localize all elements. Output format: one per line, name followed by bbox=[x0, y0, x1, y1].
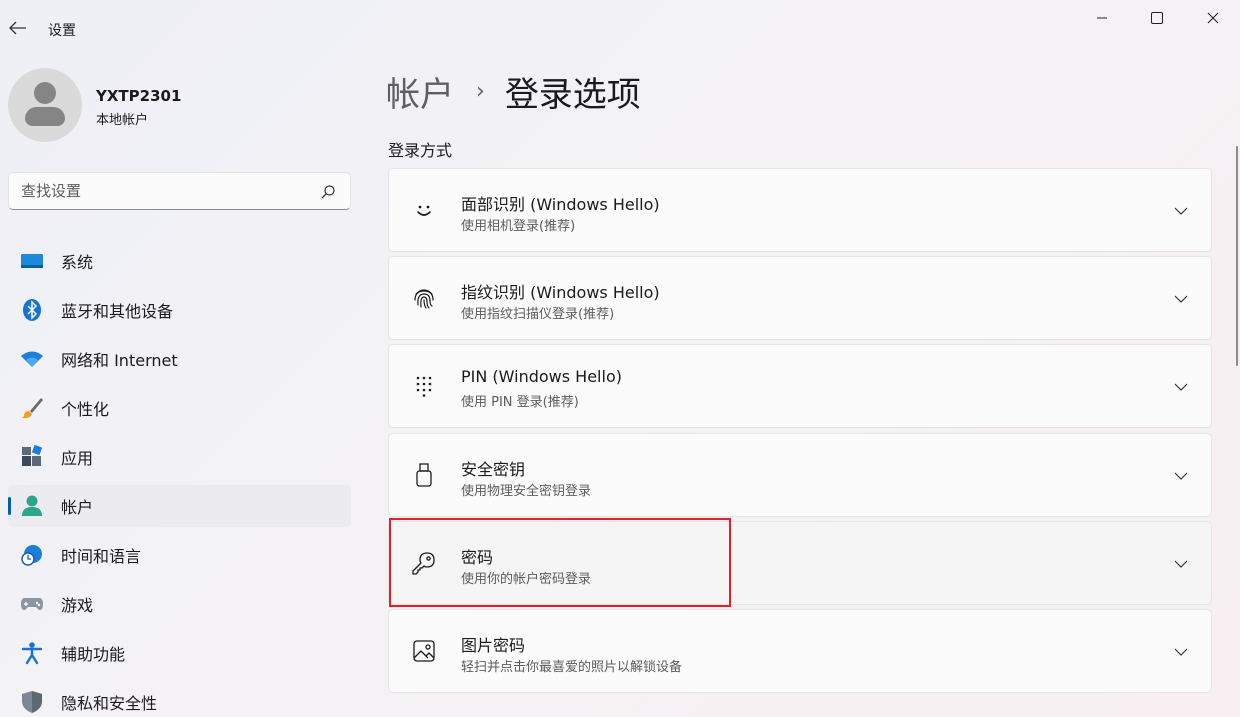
card-subtitle: 使用物理安全密钥登录 bbox=[461, 484, 592, 499]
globe-clock-icon bbox=[20, 543, 44, 567]
fingerprint-icon bbox=[411, 285, 437, 311]
card-title: 密码 bbox=[461, 548, 494, 567]
card-title: PIN (Windows Hello) bbox=[461, 367, 622, 386]
sidebar-item-apps[interactable]: 应用 bbox=[8, 436, 351, 478]
sidebar-item-label: 网络和 Internet bbox=[61, 351, 178, 370]
signin-option-picture-password[interactable]: 图片密码 轻扫并点击你最喜爱的照片以解锁设备 bbox=[388, 609, 1212, 693]
card-title: 指纹识别 (Windows Hello) bbox=[461, 283, 660, 302]
sidebar-item-accessibility[interactable]: 辅助功能 bbox=[8, 632, 351, 674]
card-subtitle: 使用你的帐户密码登录 bbox=[461, 572, 592, 587]
title-bar: 设置 bbox=[0, 0, 1240, 48]
breadcrumb: 帐户 › 登录选项 bbox=[386, 67, 641, 116]
sidebar-item-accounts[interactable]: 帐户 bbox=[8, 485, 351, 527]
gamepad-icon bbox=[20, 592, 44, 616]
sidebar-item-label: 辅助功能 bbox=[61, 645, 126, 664]
face-icon bbox=[411, 197, 437, 223]
signin-option-pin[interactable]: PIN (Windows Hello) 使用 PIN 登录(推荐) bbox=[388, 344, 1212, 428]
back-arrow-icon[interactable] bbox=[6, 16, 30, 40]
signin-option-fingerprint[interactable]: 指纹识别 (Windows Hello) 使用指纹扫描仪登录(推荐) bbox=[388, 256, 1212, 340]
sidebar-item-label: 时间和语言 bbox=[61, 547, 142, 566]
card-title: 安全密钥 bbox=[461, 460, 526, 479]
account-type: 本地帐户 bbox=[96, 113, 149, 128]
breadcrumb-separator: › bbox=[476, 78, 485, 104]
sidebar-item-bluetooth[interactable]: 蓝牙和其他设备 bbox=[8, 289, 351, 331]
sidebar-item-label: 系统 bbox=[61, 253, 94, 272]
page-title: 登录选项 bbox=[504, 74, 641, 115]
usb-key-icon bbox=[411, 462, 437, 488]
pin-keypad-icon bbox=[411, 373, 437, 399]
scrollbar[interactable] bbox=[1236, 146, 1238, 366]
signin-option-password[interactable]: 密码 使用你的帐户密码登录 bbox=[388, 521, 1212, 605]
chevron-down-icon bbox=[1174, 472, 1188, 480]
card-title: 图片密码 bbox=[461, 636, 526, 655]
card-subtitle: 使用相机登录(推荐) bbox=[461, 219, 576, 234]
system-icon bbox=[20, 249, 44, 273]
account-name: YXTP2301 bbox=[96, 87, 182, 105]
sidebar-item-gaming[interactable]: 游戏 bbox=[8, 583, 351, 625]
card-subtitle: 使用 PIN 登录(推荐) bbox=[461, 395, 579, 410]
sidebar-item-label: 应用 bbox=[61, 449, 94, 468]
brush-icon bbox=[20, 396, 44, 420]
chevron-down-icon bbox=[1174, 295, 1188, 303]
card-title: 面部识别 (Windows Hello) bbox=[461, 195, 660, 214]
signin-option-face[interactable]: 面部识别 (Windows Hello) 使用相机登录(推荐) bbox=[388, 168, 1212, 252]
sidebar-item-label: 个性化 bbox=[61, 400, 110, 419]
accessibility-icon bbox=[20, 641, 44, 665]
sidebar-item-personalization[interactable]: 个性化 bbox=[8, 387, 351, 429]
search-box bbox=[8, 172, 351, 210]
bluetooth-icon bbox=[20, 298, 44, 322]
card-subtitle: 使用指纹扫描仪登录(推荐) bbox=[461, 307, 615, 322]
sidebar-item-label: 游戏 bbox=[61, 596, 94, 615]
card-subtitle: 轻扫并点击你最喜爱的照片以解锁设备 bbox=[461, 660, 683, 675]
search-icon[interactable] bbox=[320, 184, 336, 200]
chevron-down-icon bbox=[1174, 560, 1188, 568]
sidebar-item-system[interactable]: 系统 bbox=[8, 240, 351, 282]
sidebar-item-label: 隐私和安全性 bbox=[61, 694, 158, 713]
shield-icon bbox=[20, 690, 44, 714]
sidebar-item-label: 帐户 bbox=[61, 498, 94, 517]
key-icon bbox=[411, 550, 437, 576]
apps-icon bbox=[20, 445, 44, 469]
account-icon bbox=[20, 494, 44, 518]
app-title: 设置 bbox=[48, 23, 76, 39]
chevron-down-icon bbox=[1174, 383, 1188, 391]
avatar[interactable] bbox=[8, 68, 82, 142]
minimize-icon[interactable] bbox=[1084, 6, 1120, 30]
wifi-icon bbox=[20, 347, 44, 371]
sidebar-item-time-language[interactable]: 时间和语言 bbox=[8, 534, 351, 576]
signin-option-security-key[interactable]: 安全密钥 使用物理安全密钥登录 bbox=[388, 433, 1212, 517]
sidebar-item-privacy[interactable]: 隐私和安全性 bbox=[8, 681, 351, 717]
sidebar-item-network[interactable]: 网络和 Internet bbox=[8, 338, 351, 380]
picture-icon bbox=[411, 638, 437, 664]
close-icon[interactable] bbox=[1195, 6, 1231, 30]
chevron-down-icon bbox=[1174, 207, 1188, 215]
chevron-down-icon bbox=[1174, 648, 1188, 656]
breadcrumb-parent[interactable]: 帐户 bbox=[386, 67, 454, 116]
sidebar-item-label: 蓝牙和其他设备 bbox=[61, 302, 174, 321]
search-input[interactable] bbox=[21, 182, 311, 200]
active-indicator bbox=[8, 497, 11, 515]
section-title: 登录方式 bbox=[388, 141, 453, 160]
maximize-icon[interactable] bbox=[1139, 6, 1175, 30]
